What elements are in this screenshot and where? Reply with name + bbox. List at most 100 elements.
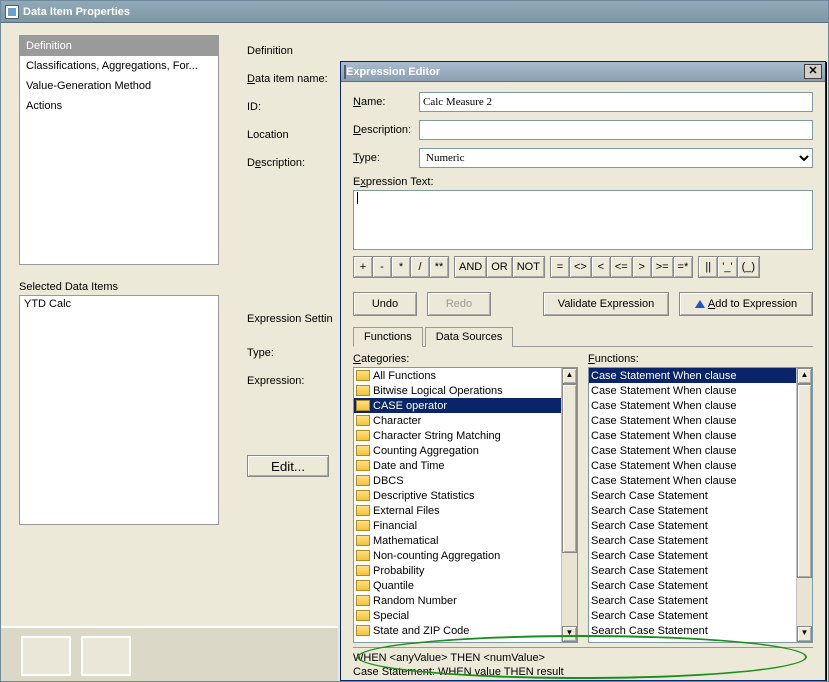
op-minus[interactable]: - (372, 256, 392, 278)
hint-panel: WHEN <anyValue> THEN <numValue> Case Sta… (353, 647, 813, 678)
folder-icon (356, 445, 370, 456)
type-select[interactable]: Numeric (419, 148, 813, 168)
categories-listbox[interactable]: All FunctionsBitwise Logical OperationsC… (353, 367, 578, 643)
category-item[interactable]: Descriptive Statistics (354, 488, 561, 503)
category-item[interactable]: Probability (354, 563, 561, 578)
function-item[interactable]: Case Statement When clause (589, 398, 796, 413)
tab-data-sources[interactable]: Data Sources (425, 327, 514, 347)
nav-value-generation[interactable]: Value-Generation Method (20, 76, 218, 96)
location-label: Location (247, 129, 341, 141)
edit-button[interactable]: Edit... (247, 455, 329, 477)
folder-icon (356, 595, 370, 606)
function-item[interactable]: Case Statement When clause (589, 473, 796, 488)
op-le[interactable]: <= (610, 256, 633, 278)
folder-icon (356, 610, 370, 621)
category-item[interactable]: Non-counting Aggregation (354, 548, 561, 563)
op-gt[interactable]: > (632, 256, 652, 278)
op-concat[interactable]: || (698, 256, 718, 278)
scroll-down[interactable]: ▼ (797, 626, 812, 642)
function-item[interactable]: Search Case Statement (589, 608, 796, 623)
category-item[interactable]: Character String Matching (354, 428, 561, 443)
op-quote[interactable]: '_' (717, 256, 737, 278)
folder-icon (356, 430, 370, 441)
splitter-handle[interactable] (81, 636, 131, 676)
close-button[interactable]: ✕ (804, 64, 822, 79)
definition-label: Definition (247, 45, 341, 57)
category-item[interactable]: Date and Time (354, 458, 561, 473)
function-item[interactable]: Case Statement When clause (589, 428, 796, 443)
data-item-name-label: Data item name: (247, 73, 341, 85)
category-item[interactable]: All Functions (354, 368, 561, 383)
function-item[interactable]: Search Case Statement (589, 488, 796, 503)
scrollbar[interactable]: ▲ ▼ (796, 368, 812, 642)
scroll-down[interactable]: ▼ (562, 626, 577, 642)
function-item[interactable]: Case Statement When clause (589, 383, 796, 398)
function-item[interactable]: Search Case Statement (589, 563, 796, 578)
function-item[interactable]: Search Case Statement (589, 578, 796, 593)
category-item[interactable]: Random Number (354, 593, 561, 608)
op-or[interactable]: OR (486, 256, 513, 278)
function-item[interactable]: Case Statement When clause (589, 368, 796, 383)
op-not[interactable]: NOT (512, 256, 545, 278)
scroll-thumb[interactable] (562, 384, 577, 553)
description-input[interactable] (419, 120, 813, 140)
scroll-up[interactable]: ▲ (797, 368, 812, 384)
folder-icon (356, 550, 370, 561)
op-div[interactable]: / (410, 256, 430, 278)
category-item[interactable]: DBCS (354, 473, 561, 488)
function-item[interactable]: Search Case Statement (589, 533, 796, 548)
description-label: Description: (247, 157, 341, 169)
nav-definition[interactable]: Definition (20, 36, 218, 56)
op-ne[interactable]: <> (569, 256, 592, 278)
nav-classifications[interactable]: Classifications, Aggregations, For... (20, 56, 218, 76)
scrollbar[interactable]: ▲ ▼ (561, 368, 577, 642)
category-item[interactable]: Financial (354, 518, 561, 533)
folder-icon (356, 400, 370, 411)
splitter-handle[interactable] (21, 636, 71, 676)
op-lt[interactable]: < (591, 256, 611, 278)
category-item[interactable]: External Files (354, 503, 561, 518)
op-paren[interactable]: (_) (737, 256, 760, 278)
function-item[interactable]: Search Case Statement (589, 593, 796, 608)
type-label: Type: (247, 347, 341, 359)
op-pow[interactable]: ** (429, 256, 449, 278)
hint-description: Case Statement: WHEN value THEN result (353, 666, 813, 678)
function-item[interactable]: Case Statement When clause (589, 443, 796, 458)
parent-titlebar: Data Item Properties (1, 1, 828, 23)
op-and[interactable]: AND (454, 256, 487, 278)
function-item[interactable]: Case Statement When clause (589, 413, 796, 428)
lists-row: Categories: All FunctionsBitwise Logical… (353, 353, 813, 643)
category-item[interactable]: Character (354, 413, 561, 428)
function-item[interactable]: Search Case Statement (589, 623, 796, 638)
function-item[interactable]: Search Case Statement (589, 548, 796, 563)
tab-functions[interactable]: Functions (353, 327, 423, 347)
selected-data-items-box[interactable]: YTD Calc (19, 295, 219, 525)
action-row: Undo Redo Validate Expression Add to Exp… (353, 292, 813, 316)
functions-listbox[interactable]: Case Statement When clauseCase Statement… (588, 367, 813, 643)
add-to-expression-button[interactable]: Add to Expression (679, 292, 813, 316)
category-item[interactable]: Counting Aggregation (354, 443, 561, 458)
redo-button[interactable]: Redo (427, 292, 491, 316)
scroll-up[interactable]: ▲ (562, 368, 577, 384)
scroll-thumb[interactable] (797, 384, 812, 578)
category-item[interactable]: Quantile (354, 578, 561, 593)
op-eq[interactable]: = (550, 256, 570, 278)
validate-button[interactable]: Validate Expression (543, 292, 669, 316)
undo-button[interactable]: Undo (353, 292, 417, 316)
category-item[interactable]: Bitwise Logical Operations (354, 383, 561, 398)
nav-actions[interactable]: Actions (20, 96, 218, 116)
category-item[interactable]: CASE operator (354, 398, 561, 413)
function-item[interactable]: Search Case Statement (589, 503, 796, 518)
nav-box: Definition Classifications, Aggregations… (19, 35, 219, 265)
expression-textarea[interactable] (353, 190, 813, 250)
category-item[interactable]: State and ZIP Code (354, 623, 561, 638)
category-item[interactable]: Special (354, 608, 561, 623)
op-mult[interactable]: * (391, 256, 411, 278)
function-item[interactable]: Case Statement When clause (589, 458, 796, 473)
category-item[interactable]: Mathematical (354, 533, 561, 548)
name-input[interactable] (419, 92, 813, 112)
op-eqstar[interactable]: =* (673, 256, 694, 278)
op-ge[interactable]: >= (651, 256, 674, 278)
function-item[interactable]: Search Case Statement (589, 518, 796, 533)
op-plus[interactable]: + (353, 256, 373, 278)
